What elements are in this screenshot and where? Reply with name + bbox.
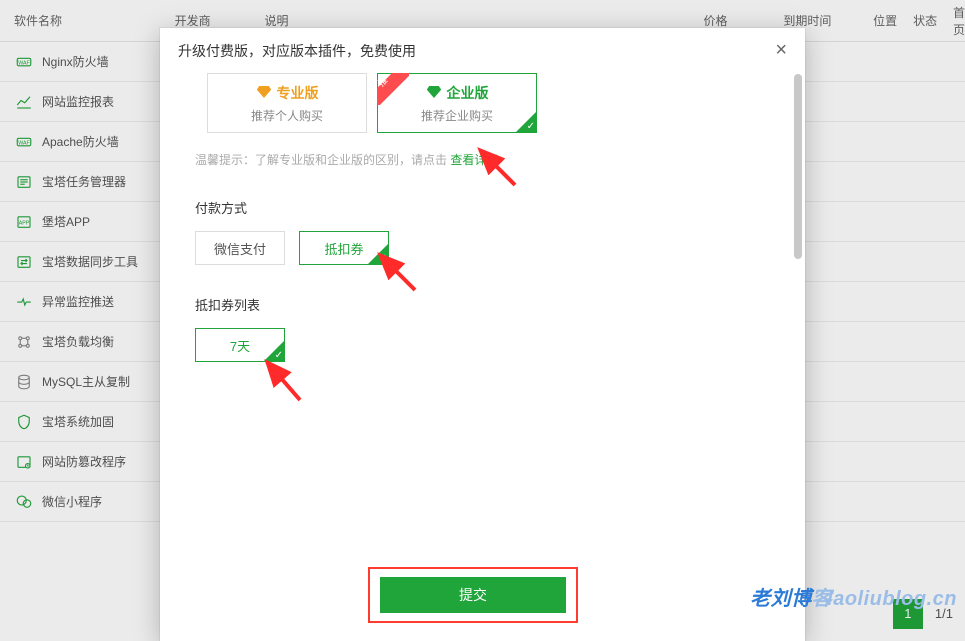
watermark: 老刘博客laoliublog.cn: [750, 582, 957, 611]
plan-ent-title: 企业版: [426, 83, 489, 103]
plan-ent-sub: 推荐企业购买: [421, 107, 493, 124]
diamond-icon: [426, 85, 442, 101]
coupon-options: 7天: [195, 328, 770, 362]
hint-text: 温馨提示：了解专业版和企业版的区别，请点击 查看详情: [195, 151, 770, 168]
diamond-icon: [256, 85, 272, 101]
pay-wechat[interactable]: 微信支付: [195, 231, 285, 265]
plan-pro-sub: 推荐个人购买: [251, 107, 323, 124]
plan-pro[interactable]: 专业版 推荐个人购买: [207, 73, 367, 133]
plan-row: 专业版 推荐个人购买 推 企业版 推荐企业购买: [207, 73, 770, 133]
coupon-label: 抵扣券列表: [195, 295, 770, 314]
check-icon: [368, 244, 388, 264]
payment-label: 付款方式: [195, 198, 770, 217]
payment-options: 微信支付 抵扣券: [195, 231, 770, 265]
coupon-7day[interactable]: 7天: [195, 328, 285, 362]
close-icon[interactable]: ×: [775, 39, 787, 62]
modal-body: 专业版 推荐个人购买 推 企业版 推荐企业购买 温馨提示：了解专业版和企业版的区…: [160, 73, 805, 573]
upgrade-modal: 升级付费版，对应版本插件，免费使用 × 专业版 推荐个人购买 推 企业版 推荐企…: [160, 28, 805, 641]
plan-pro-title: 专业版: [256, 83, 319, 103]
submit-button[interactable]: 提交: [380, 577, 566, 613]
recommend-ribbon: 推: [377, 73, 409, 105]
view-detail-link[interactable]: 查看详情: [450, 153, 498, 167]
check-icon: [264, 341, 284, 361]
check-icon: [516, 112, 536, 132]
submit-highlight: 提交: [368, 567, 578, 623]
plan-enterprise[interactable]: 推 企业版 推荐企业购买: [377, 73, 537, 133]
scrollbar-thumb[interactable]: [794, 74, 802, 259]
modal-header: 升级付费版，对应版本插件，免费使用 ×: [160, 28, 805, 73]
modal-title: 升级付费版，对应版本插件，免费使用: [178, 41, 416, 61]
pay-coupon[interactable]: 抵扣券: [299, 231, 389, 265]
